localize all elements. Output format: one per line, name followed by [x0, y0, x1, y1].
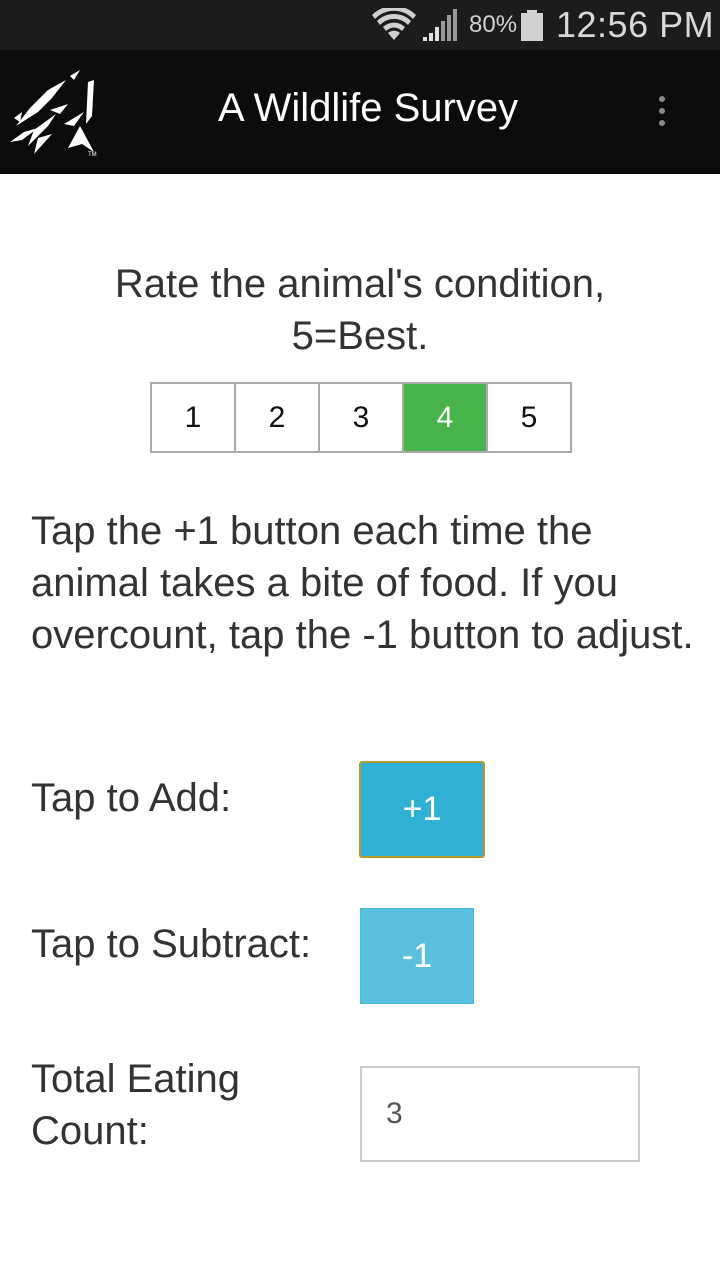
rating-option-1[interactable]: 1: [152, 384, 234, 451]
app-title: A Wildlife Survey: [218, 86, 519, 130]
status-clock: 12:56 PM: [556, 4, 715, 45]
add-one-button[interactable]: +1: [359, 761, 485, 858]
rating-option-5[interactable]: 5: [488, 384, 570, 451]
svg-text:TM: TM: [88, 152, 97, 158]
dragon-logo-icon: TM: [10, 70, 97, 158]
instructions-text: Tap the +1 button each time the animal t…: [31, 509, 694, 657]
subtract-one-button[interactable]: -1: [360, 908, 474, 1004]
rating-option-3[interactable]: 3: [320, 384, 402, 451]
wifi-icon: [372, 8, 416, 40]
battery-percent: 80%: [469, 11, 518, 38]
battery-icon: [521, 10, 543, 41]
add-label: Tap to Add:: [31, 776, 232, 820]
rating-option-4[interactable]: 4: [404, 384, 486, 451]
cell-signal-icon: [423, 9, 457, 41]
rating-option-2[interactable]: 2: [236, 384, 318, 451]
subtract-label: Tap to Subtract:: [31, 922, 312, 966]
rating-selector: 1 2 3 4 5: [150, 382, 572, 453]
total-count-field[interactable]: 3: [360, 1066, 640, 1162]
status-bar: 80% 12:56 PM: [0, 0, 720, 50]
overflow-menu-icon[interactable]: [650, 92, 674, 132]
rating-prompt: Rate the animal's condition, 5=Best.: [114, 262, 606, 358]
total-count-label: Total Eating Count:: [31, 1057, 241, 1153]
